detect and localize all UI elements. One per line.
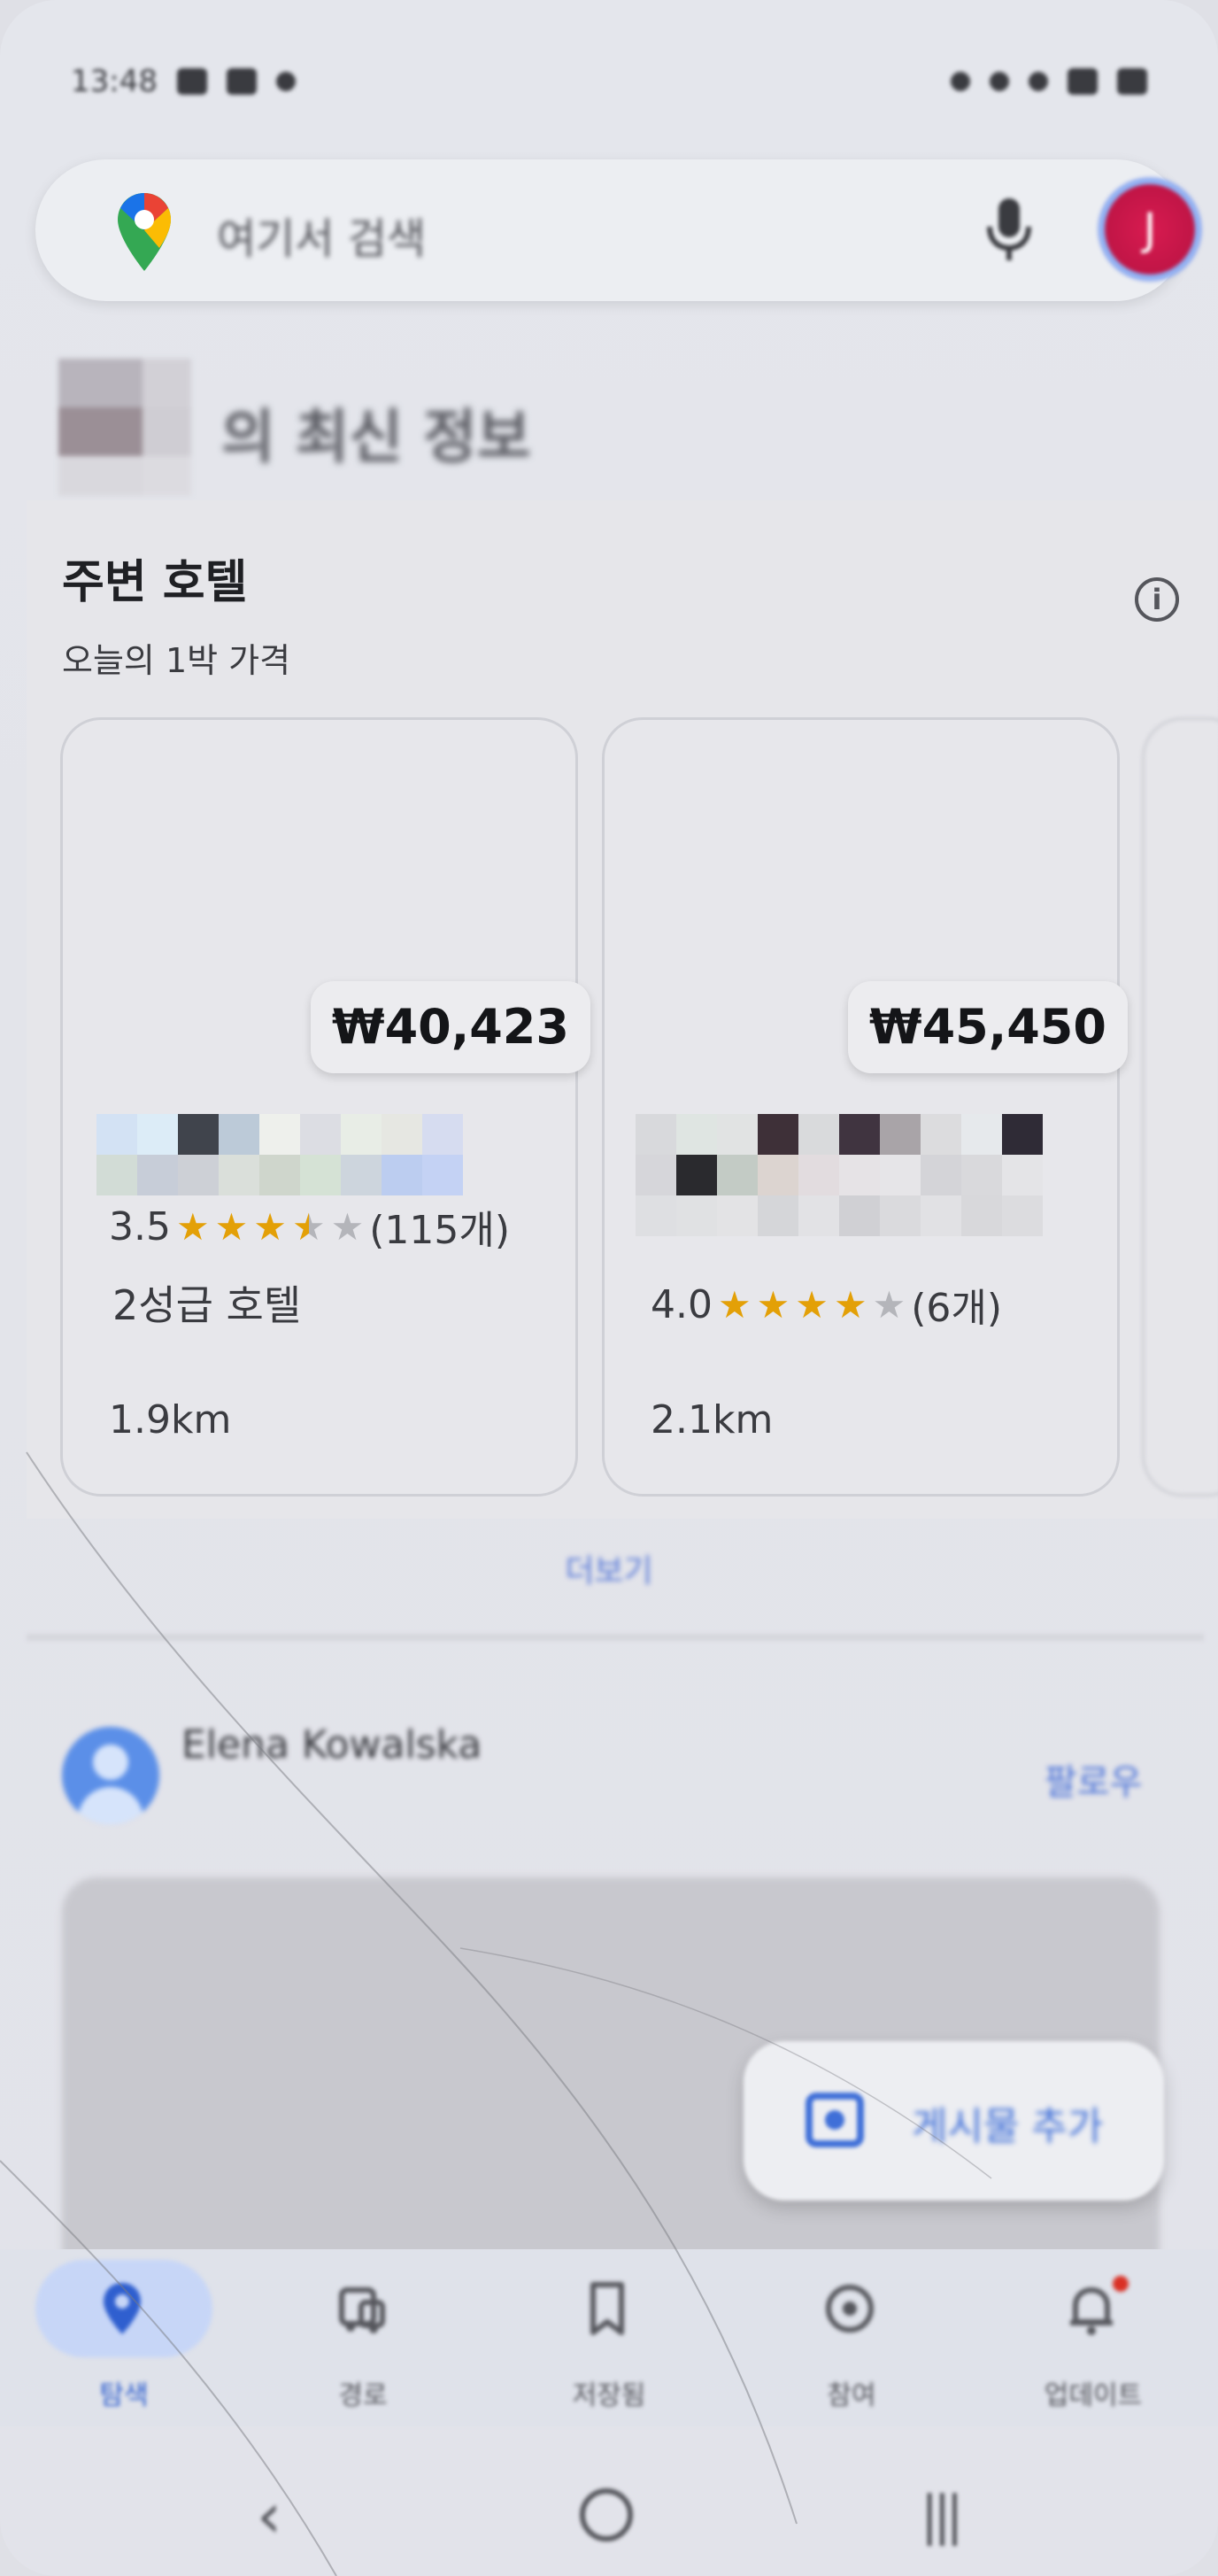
bookmark-icon: [590, 2282, 624, 2335]
hotel-card-partial[interactable]: [1142, 717, 1218, 1497]
nav-label: 참여: [827, 2380, 876, 2411]
add-post-label: 게시물 추가: [912, 2104, 1104, 2149]
hotel-class: 2성급 호텔: [112, 1281, 302, 1329]
wifi-icon: [1029, 72, 1048, 91]
star-icon: ★: [717, 1282, 752, 1327]
hotel-rating: 3.5 ★ ★ ★ ★ ★ (115개): [109, 1198, 510, 1255]
phone-screen: 13:48 여기서 검색 J 의 최신 정보 주변 호텔 오늘의 1박 가격 i…: [0, 0, 1218, 2576]
nav-commute[interactable]: 경로: [266, 2260, 443, 2428]
rating-value: 3.5: [109, 1203, 171, 1249]
hotel-price: ₩45,450: [848, 981, 1128, 1073]
divider: [27, 1634, 1204, 1641]
search-bar[interactable]: 여기서 검색 J: [35, 159, 1202, 301]
account-initial: J: [1143, 204, 1157, 255]
star-icon: ★: [833, 1282, 867, 1327]
hotel-distance: 2.1km: [651, 1397, 774, 1443]
notification-badge: [1113, 2276, 1129, 2292]
redacted-hotel-name: [636, 1114, 1060, 1238]
status-icon: [951, 72, 970, 91]
star-empty-icon: ★: [872, 1282, 906, 1327]
nav-label: 경로: [338, 2380, 388, 2411]
location-pin-icon: [104, 2283, 141, 2334]
microphone-icon[interactable]: [983, 195, 1036, 266]
nav-explore[interactable]: 탐색: [27, 2260, 212, 2428]
contribute-icon: [826, 2285, 874, 2332]
nav-label: 탐색: [99, 2380, 149, 2411]
half-star-icon: ★: [291, 1204, 326, 1249]
home-icon[interactable]: [580, 2488, 633, 2541]
post-author[interactable]: Elena Kowalska: [181, 1722, 482, 1768]
account-avatar[interactable]: J: [1098, 177, 1202, 282]
bell-icon: [1070, 2287, 1113, 2335]
more-link[interactable]: 더보기: [0, 1545, 1218, 1591]
back-icon[interactable]: ‹: [257, 2479, 281, 2552]
info-icon[interactable]: i: [1135, 577, 1179, 622]
star-icon: ★: [214, 1204, 249, 1249]
bottom-navigation: 탐색 경로 저장됨 참여 업데이트: [0, 2249, 1218, 2426]
add-post-button[interactable]: 게시물 추가: [744, 2041, 1164, 2201]
follow-button[interactable]: 팔로우: [1045, 1753, 1142, 1805]
review-count: (115개): [369, 1208, 511, 1253]
hotel-distance: 1.9km: [109, 1397, 232, 1443]
star-icon: ★: [175, 1204, 210, 1249]
user-avatar[interactable]: [62, 1727, 159, 1824]
nav-updates[interactable]: 업데이트: [996, 2260, 1173, 2428]
redacted-location-name: [58, 359, 227, 500]
status-bar: 13:48: [71, 55, 1147, 108]
search-input[interactable]: 여기서 검색: [217, 204, 426, 266]
redacted-hotel-name: [96, 1114, 504, 1199]
star-empty-icon: ★: [330, 1204, 365, 1249]
status-time: 13:48: [71, 64, 158, 99]
hotels-title: 주변 호텔: [62, 556, 248, 609]
star-icon: ★: [795, 1282, 829, 1327]
nav-label: 업데이트: [1044, 2380, 1143, 2411]
star-icon: ★: [756, 1282, 790, 1327]
notification-icon: [275, 72, 296, 91]
hotel-card[interactable]: ₩45,450 4.0 ★ ★ ★ ★ ★ (6개) 2.1km: [602, 717, 1128, 1497]
signal-icon: [1068, 68, 1098, 95]
section-title: 의 최신 정보: [221, 403, 531, 471]
hotel-card[interactable]: ₩40,423 3.5 ★ ★ ★ ★ ★ (115개) 2성급 호텔 1.9k…: [60, 717, 590, 1497]
google-maps-logo-icon: [118, 193, 171, 271]
notification-icon: [176, 68, 207, 95]
battery-icon: [1117, 68, 1147, 95]
add-photo-icon: [806, 2093, 864, 2147]
nav-contribute[interactable]: 참여: [754, 2260, 931, 2428]
rating-value: 4.0: [651, 1281, 713, 1327]
star-icon: ★: [253, 1204, 287, 1249]
notification-icon: [226, 68, 257, 95]
status-icon: [990, 72, 1009, 91]
hotel-rating: 4.0 ★ ★ ★ ★ ★ (6개): [651, 1276, 1002, 1333]
nav-saved[interactable]: 저장됨: [512, 2260, 689, 2428]
recents-icon[interactable]: |||: [921, 2485, 964, 2547]
hotels-subtitle: 오늘의 1박 가격: [62, 641, 291, 680]
car-icon: [339, 2287, 385, 2333]
system-navigation: ‹ |||: [0, 2453, 1218, 2559]
nav-label: 저장됨: [572, 2380, 646, 2411]
review-count: (6개): [911, 1286, 1003, 1331]
hotel-price: ₩40,423: [311, 981, 590, 1073]
